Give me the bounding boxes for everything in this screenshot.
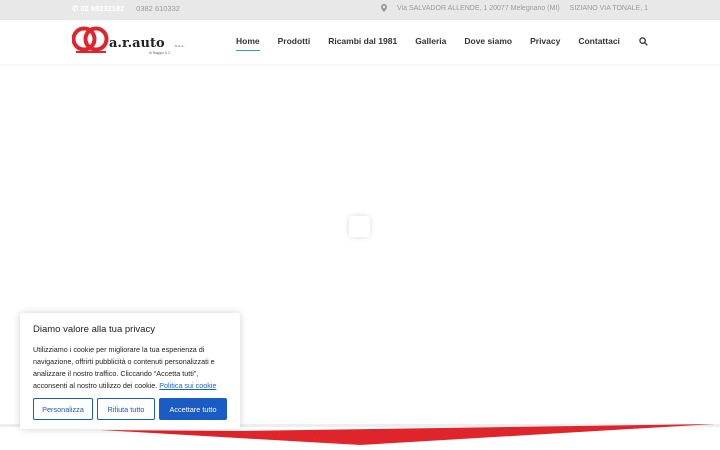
nav-home[interactable]: Home <box>236 36 260 51</box>
address-melegnano: Via SALVADOR ALLENDE, 1 20077 Melegnano … <box>397 4 560 12</box>
site-header: a.r.auto s.n.c. di Raggio & C. Home Prod… <box>0 20 720 64</box>
cookie-button-row: Personalizza Rifiuta tutto Accettare tut… <box>33 398 227 420</box>
nav-dove-siamo[interactable]: Dove siamo <box>464 36 512 46</box>
cookie-consent-dialog: Diamo valore alla tua privacy Utilizziam… <box>20 313 240 429</box>
cookie-title: Diamo valore alla tua privacy <box>33 324 155 335</box>
main-nav: Home Prodotti Ricambi dal 1981 Galleria … <box>236 36 638 51</box>
nav-galleria[interactable]: Galleria <box>415 36 446 46</box>
nav-contattaci[interactable]: Contattaci <box>578 36 620 46</box>
logo-suffix: s.n.c. <box>175 43 185 48</box>
phone-primary[interactable]: ✆ 02 98232182 <box>72 4 124 13</box>
cookie-policy-link[interactable]: Politica sui cookie <box>159 381 216 390</box>
logo-wordmark: a.r.auto <box>109 36 165 51</box>
nav-privacy[interactable]: Privacy <box>530 36 560 46</box>
accept-all-button[interactable]: Accettare tutto <box>159 398 227 420</box>
search-icon[interactable] <box>639 37 648 46</box>
cookie-body: Utilizziamo i cookie per migliorare la t… <box>33 344 227 392</box>
top-bar: ✆ 02 98232182 0382 610332 Via SALVADOR A… <box>0 0 720 20</box>
phone-secondary[interactable]: 0382 610332 <box>136 4 180 13</box>
address-siziano: SIZIANO VIA TONALE, 1 <box>569 4 648 12</box>
nav-ricambi[interactable]: Ricambi dal 1981 <box>328 36 397 46</box>
location-pin-icon <box>381 4 388 12</box>
logo-subtitle: di Raggio & C. <box>149 51 172 55</box>
reject-all-button[interactable]: Rifiuta tutto <box>97 398 155 420</box>
nav-prodotti[interactable]: Prodotti <box>278 36 311 46</box>
address-info: Via SALVADOR ALLENDE, 1 20077 Melegnano … <box>381 4 648 12</box>
brand-logo[interactable]: a.r.auto s.n.c. di Raggio & C. <box>72 25 192 59</box>
customize-button[interactable]: Personalizza <box>33 398 93 420</box>
phone-info: ✆ 02 98232182 0382 610332 <box>72 4 180 13</box>
page-loader <box>349 216 370 237</box>
